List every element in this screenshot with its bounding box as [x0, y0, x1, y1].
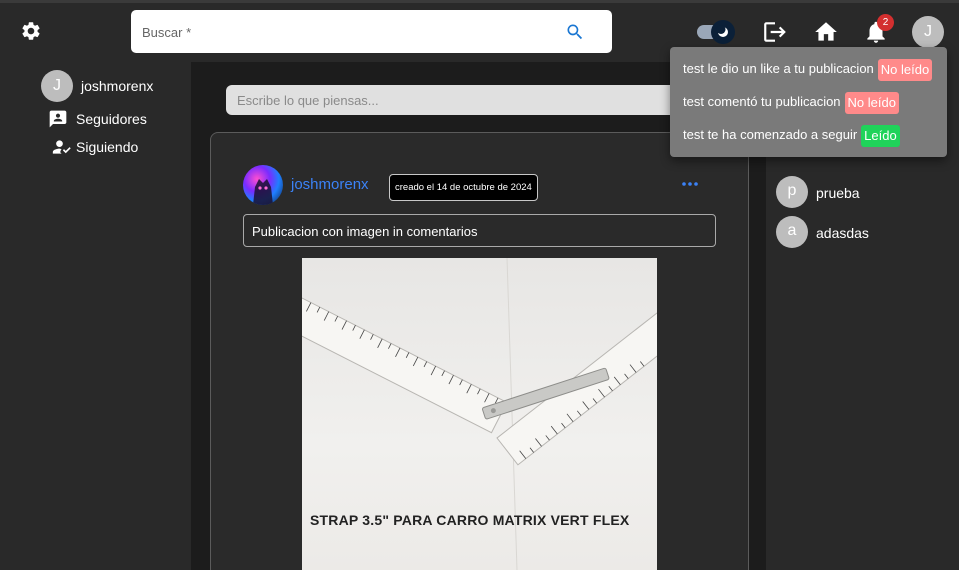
sidebar-item-label: Seguidores [76, 111, 147, 127]
user-name: adasdas [816, 225, 869, 241]
notification-item[interactable]: test comentó tu publicacion No leído [683, 90, 899, 114]
notification-text: test le dio un like a tu publicacion [683, 61, 874, 76]
user-avatar: p [776, 176, 808, 208]
logout-icon[interactable] [762, 19, 788, 45]
notification-text: test te ha comenzado a seguir [683, 127, 858, 142]
search-input[interactable] [142, 22, 542, 42]
gear-icon[interactable] [20, 20, 42, 42]
post-image[interactable]: STRAP 3.5" PARA CARRO MATRIX VERT FLEX [302, 258, 657, 570]
unread-badge: No leído [877, 58, 933, 81]
followers-icon [49, 110, 67, 128]
theme-toggle[interactable] [697, 20, 737, 44]
notifications-menu: test le dio un like a tu publicacion No l… [670, 47, 947, 157]
profile-name[interactable]: joshmorenx [81, 78, 153, 94]
home-icon[interactable] [813, 19, 839, 45]
notification-text: test comentó tu publicacion [683, 94, 841, 109]
search-box [131, 10, 612, 53]
more-options-icon[interactable] [680, 176, 700, 192]
unread-badge: No leído [844, 91, 899, 114]
moon-icon [711, 20, 735, 44]
post-author-name[interactable]: joshmorenx [291, 176, 369, 193]
sidebar-item-label: Siguiendo [76, 139, 139, 155]
profile-avatar[interactable]: J [41, 70, 73, 102]
post-composer-input[interactable] [226, 85, 686, 115]
user-avatar: a [776, 216, 808, 248]
notification-item[interactable]: test te ha comenzado a seguir Leído [683, 123, 900, 147]
image-caption: STRAP 3.5" PARA CARRO MATRIX VERT FLEX [310, 512, 630, 528]
search-icon[interactable] [565, 22, 585, 42]
user-name: prueba [816, 185, 860, 201]
user-avatar[interactable]: J [912, 16, 944, 48]
following-icon [52, 140, 71, 154]
post-date: creado el 14 de octubre de 2024 [389, 174, 538, 201]
notification-item[interactable]: test le dio un like a tu publicacion No l… [683, 57, 933, 81]
notification-badge: 2 [877, 14, 894, 31]
post-author-avatar[interactable] [243, 165, 283, 205]
post-text: Publicacion con imagen in comentarios [243, 214, 716, 247]
read-badge: Leído [861, 124, 900, 147]
